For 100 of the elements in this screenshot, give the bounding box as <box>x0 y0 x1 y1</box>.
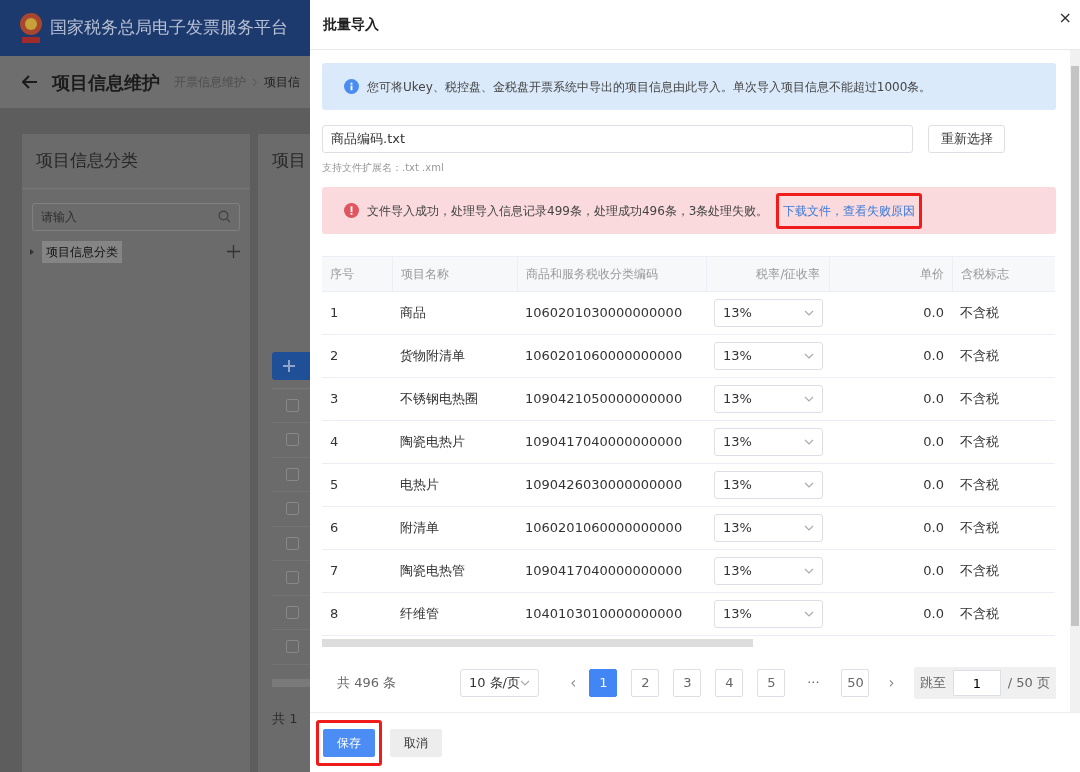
table-cell: 不含税 <box>952 549 1055 593</box>
table-cell: 1060201060000000000 <box>517 334 706 378</box>
search-icon <box>218 210 231 223</box>
checkbox[interactable] <box>286 467 299 481</box>
column-header: 税率/征收率 <box>706 256 829 292</box>
file-name-field[interactable]: 商品编码.txt <box>322 125 913 153</box>
breadcrumb-current: 项目信 <box>264 74 300 91</box>
expand-arrow-icon[interactable] <box>28 247 36 256</box>
rate-select[interactable]: 13% <box>714 600 823 628</box>
table-cell: 6 <box>322 506 392 550</box>
cancel-button[interactable]: 取消 <box>390 728 442 757</box>
chevron-down-icon <box>520 680 530 686</box>
chevron-down-icon <box>804 353 814 359</box>
table-cell: 1040103010000000000 <box>517 592 706 636</box>
table-cell: 不含税 <box>952 592 1055 636</box>
plus-icon[interactable] <box>227 245 240 258</box>
total-count: 共 496 条 <box>337 674 398 693</box>
info-text: 您可将Ukey、税控盘、金税盘开票系统中导出的项目信息由此导入。单次导入项目信息不能超过1000条。 <box>367 78 932 96</box>
table-cell: 不含税 <box>952 463 1055 507</box>
panel-title: 项目 <box>272 149 307 172</box>
rate-select[interactable]: 13% <box>714 385 823 413</box>
table-cell: 电热片 <box>392 463 517 507</box>
table-cell: 1090421050000000000 <box>517 377 706 421</box>
table-cell: 不含税 <box>952 420 1055 464</box>
close-button[interactable]: × <box>1058 6 1072 30</box>
back-icon[interactable] <box>22 75 38 89</box>
search-placeholder: 请输入 <box>41 208 77 226</box>
checkbox[interactable] <box>286 398 299 412</box>
table-cell: 1090417040000000000 <box>517 549 706 593</box>
checkbox[interactable] <box>286 571 299 585</box>
plus-icon <box>282 358 296 373</box>
scrollbar[interactable] <box>1070 50 1080 712</box>
scrollbar[interactable] <box>272 678 310 687</box>
table-cell: 5 <box>322 463 392 507</box>
rate-select[interactable]: 13% <box>714 342 823 370</box>
column-header: 序号 <box>322 256 392 292</box>
table-cell: 0.0 <box>829 463 952 507</box>
table-cell: 4 <box>322 420 392 464</box>
rate-select[interactable]: 13% <box>714 557 823 585</box>
chevron-down-icon <box>804 525 814 531</box>
table-cell: 1090417040000000000 <box>517 420 706 464</box>
record-count: 共 1 <box>272 709 299 728</box>
page-button[interactable]: 5 <box>757 669 786 697</box>
table-cell: 0.0 <box>829 549 952 593</box>
table-cell: 1090426030000000000 <box>517 463 706 507</box>
page-button[interactable]: 1 <box>589 669 618 697</box>
table-cell: 陶瓷电热管 <box>392 549 517 593</box>
table-cell: 8 <box>322 592 392 636</box>
checkbox[interactable] <box>286 536 299 550</box>
column-header: 单价 <box>829 256 952 292</box>
table-cell: 3 <box>322 377 392 421</box>
column-header: 商品和服务税收分类编码 <box>517 256 706 292</box>
rate-select[interactable]: 13% <box>714 514 823 542</box>
reselect-button[interactable]: 重新选择 <box>928 125 1005 153</box>
jump-label: 跳至 <box>919 674 946 693</box>
rate-select[interactable]: 13% <box>714 428 823 456</box>
page-number-field[interactable]: 1 <box>952 670 1001 696</box>
table-cell: 0.0 <box>829 377 952 421</box>
table-cell: 2 <box>322 334 392 378</box>
checkbox[interactable] <box>286 640 299 654</box>
emblem-icon <box>18 11 44 45</box>
rate-select[interactable]: 13% <box>714 471 823 499</box>
table-cell: 0.0 <box>829 291 952 335</box>
chevron-down-icon <box>804 611 814 617</box>
table-cell: 0.0 <box>829 420 952 464</box>
table-cell: 1060201030000000000 <box>517 291 706 335</box>
table-cell: 纤维管 <box>392 592 517 636</box>
checkbox[interactable] <box>286 433 299 447</box>
file-hint: 支持文件扩展名：.txt .xml <box>322 161 445 175</box>
previous-page-button[interactable]: ‹ <box>565 671 582 695</box>
column-header: 含税标志 <box>952 256 1055 292</box>
error-text: 文件导入成功，处理导入信息记录499条，处理成功496条，3条处理失败。 <box>367 202 769 220</box>
dialog-title: 批量导入 <box>323 15 379 34</box>
table-cell: 货物附清单 <box>392 334 517 378</box>
scrollbar[interactable] <box>322 639 753 647</box>
page-size-select[interactable]: 10 条/页 <box>459 669 539 697</box>
table-cell: 0.0 <box>829 592 952 636</box>
table-cell: 不含税 <box>952 506 1055 550</box>
table-cell: 1060201060000000000 <box>517 506 706 550</box>
error-icon <box>344 203 359 218</box>
add-button[interactable] <box>272 351 310 380</box>
table-cell: 0.0 <box>829 334 952 378</box>
page-total: / 50 页 <box>1007 674 1050 693</box>
chevron-down-icon <box>804 396 814 402</box>
page-button[interactable]: 50 <box>841 669 870 697</box>
page-title: 项目信息维护 <box>52 70 160 95</box>
chevron-down-icon <box>804 439 814 445</box>
page-button[interactable]: 3 <box>673 669 702 697</box>
table-cell: 1 <box>322 291 392 335</box>
page-button[interactable]: 2 <box>631 669 660 697</box>
checkbox[interactable] <box>286 502 299 516</box>
tree-item[interactable]: 项目信息分类 <box>42 240 122 263</box>
rate-select[interactable]: 13% <box>714 299 823 327</box>
table-cell: 附清单 <box>392 506 517 550</box>
page-button[interactable]: 4 <box>715 669 744 697</box>
chevron-right-icon <box>252 77 258 87</box>
next-page-button[interactable]: › <box>883 671 900 695</box>
table-cell: 7 <box>322 549 392 593</box>
table-cell: 商品 <box>392 291 517 335</box>
checkbox[interactable] <box>286 605 299 619</box>
